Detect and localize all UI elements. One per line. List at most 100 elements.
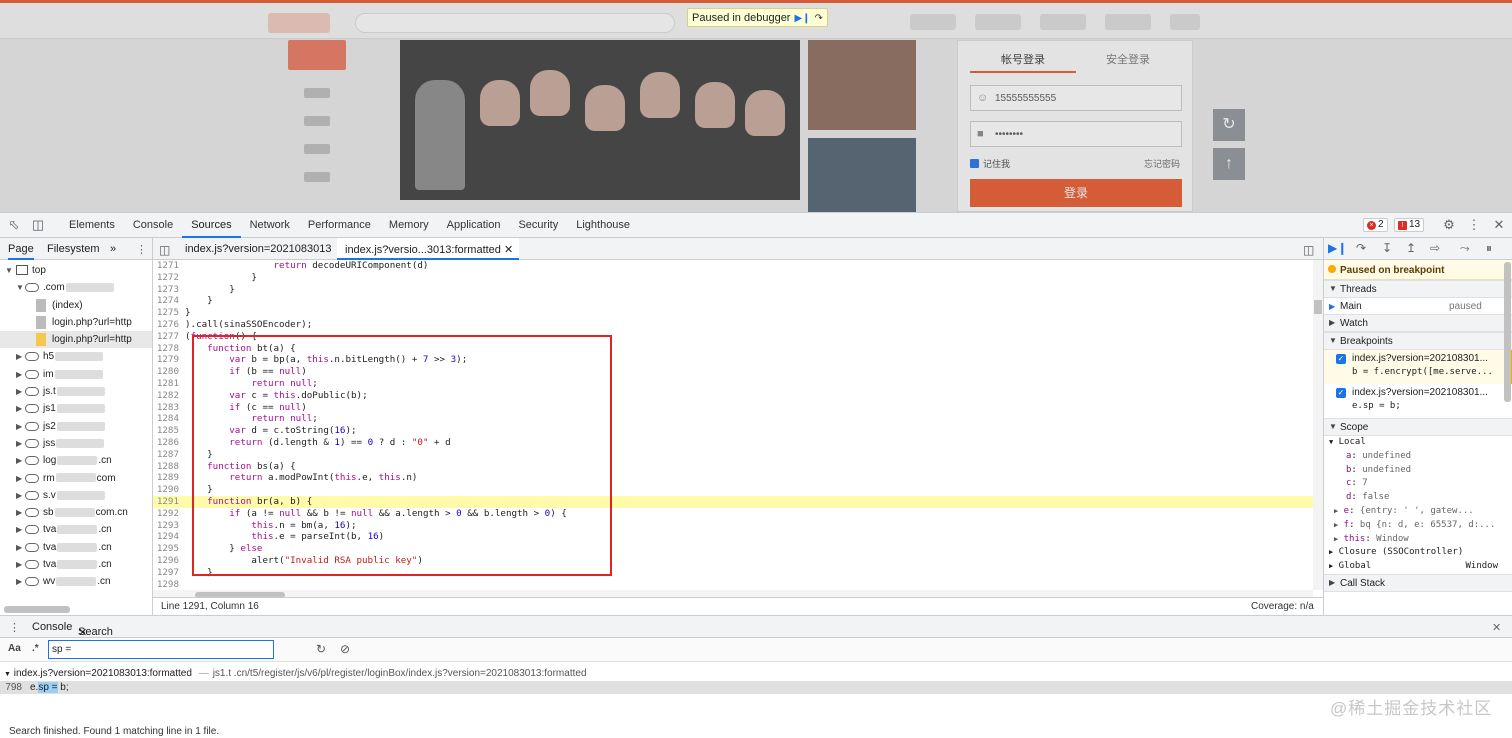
issues-badge[interactable]: ! 13 <box>1394 218 1425 232</box>
threads-section[interactable]: ▼ Threads <box>1324 280 1512 298</box>
code-line[interactable]: 1277 (function() { <box>153 331 1313 343</box>
tree-item[interactable]: ▶ jss <box>0 435 152 452</box>
toggle-navigator-icon[interactable]: ◫ <box>159 243 170 257</box>
scope-variable[interactable]: ▶ this: Window <box>1324 533 1512 547</box>
line-number[interactable]: 1285 <box>153 425 185 437</box>
line-number[interactable]: 1282 <box>153 390 185 402</box>
tree-item[interactable]: login.php?url=http <box>0 314 152 331</box>
tab-page[interactable]: Page <box>8 243 34 260</box>
pause-on-exceptions-icon[interactable]: ⏸ <box>1486 241 1492 256</box>
tab-memory[interactable]: Memory <box>380 213 438 238</box>
tree-item[interactable]: ▶ js2 <box>0 418 152 435</box>
checkbox-icon[interactable]: ✓ <box>1336 354 1346 364</box>
tab-security[interactable]: Security <box>509 213 567 238</box>
step-into-icon[interactable]: ↧ <box>1382 241 1392 255</box>
breakpoint-item[interactable]: ✓ index.js?version=202108301... e.sp = b; <box>1324 384 1512 418</box>
scope-variable[interactable]: b: undefined <box>1324 464 1512 478</box>
tree-item[interactable]: ▶ tva .cn <box>0 539 152 556</box>
tree-item[interactable]: ▶ wv .cn <box>0 573 152 590</box>
code-line[interactable]: 1287 } <box>153 449 1313 461</box>
tab-elements[interactable]: Elements <box>60 213 124 238</box>
tab-network[interactable]: Network <box>241 213 299 238</box>
line-number[interactable]: 1286 <box>153 437 185 449</box>
editor-tab-formatted[interactable]: index.js?versio...3013:formatted ✕ <box>337 238 520 260</box>
line-number[interactable]: 1297 <box>153 567 185 579</box>
step-icon[interactable]: ⇨ <box>1430 241 1440 255</box>
tree-item[interactable]: ▶ tva .cn <box>0 521 152 538</box>
line-number[interactable]: 1276 <box>153 319 185 331</box>
resume-icon[interactable]: ▶❙ <box>794 13 810 24</box>
drawer-menu-icon[interactable]: ⋮ <box>9 621 20 634</box>
drawer-tab-console[interactable]: Console <box>32 621 72 633</box>
tab-performance[interactable]: Performance <box>299 213 380 238</box>
scope-global[interactable]: ▶ Global Window <box>1324 560 1512 574</box>
result-file[interactable]: ▼ index.js?version=2021083013:formatted … <box>0 666 1512 681</box>
line-number[interactable]: 1278 <box>153 343 185 355</box>
code-line[interactable]: 1290 } <box>153 484 1313 496</box>
line-number[interactable]: 1289 <box>153 472 185 484</box>
code-line[interactable]: 1280 if (b == null) <box>153 366 1313 378</box>
watch-section[interactable]: ▶ Watch <box>1324 314 1512 332</box>
line-number[interactable]: 1273 <box>153 284 185 296</box>
line-number[interactable]: 1284 <box>153 413 185 425</box>
scope-variable[interactable]: a: undefined <box>1324 450 1512 464</box>
line-number[interactable]: 1274 <box>153 295 185 307</box>
tree-item[interactable]: ▶ sb com.cn <box>0 504 152 521</box>
line-number[interactable]: 1288 <box>153 461 185 473</box>
code-line[interactable]: 1293 this.n = bm(a, 16); <box>153 520 1313 532</box>
code-line[interactable]: 1286 return (d.length & 1) == 0 ? d : "0… <box>153 437 1313 449</box>
tab-filesystem[interactable]: Filesystem <box>47 243 100 255</box>
code-line[interactable]: 1289 return a.modPowInt(this.e, this.n) <box>153 472 1313 484</box>
code-line[interactable]: 1279 var b = bp(a, this.n.bitLength() + … <box>153 354 1313 366</box>
code-line[interactable]: 1278 function bt(a) { <box>153 343 1313 355</box>
line-number[interactable]: 1280 <box>153 366 185 378</box>
line-number[interactable]: 1296 <box>153 555 185 567</box>
code-line[interactable]: 1271 return decodeURIComponent(d) <box>153 260 1313 272</box>
code-line[interactable]: 1274 } <box>153 295 1313 307</box>
line-number[interactable]: 1295 <box>153 543 185 555</box>
thread-main[interactable]: ▶ Main paused <box>1324 298 1512 314</box>
tree-item[interactable]: ▶ tva .cn <box>0 556 152 573</box>
tree-item[interactable]: ▶ h5 <box>0 348 152 365</box>
line-number[interactable]: 1294 <box>153 531 185 543</box>
line-number[interactable]: 1292 <box>153 508 185 520</box>
code-line[interactable]: 1273 } <box>153 284 1313 296</box>
scope-variable[interactable]: c: 7 <box>1324 477 1512 491</box>
resume-icon[interactable]: ▶❙ <box>1328 241 1347 255</box>
tree-item[interactable]: login.php?url=http <box>0 331 152 349</box>
editor-tab-source[interactable]: index.js?version=2021083013 <box>185 243 331 255</box>
scope-local[interactable]: ▼ Local <box>1324 436 1512 450</box>
step-out-icon[interactable]: ↥ <box>1406 241 1416 255</box>
step-over-icon[interactable]: ↷ <box>1356 241 1366 255</box>
tree-item[interactable]: ▶ js.t <box>0 383 152 400</box>
code-line[interactable]: 1284 return null; <box>153 413 1313 425</box>
result-match-line[interactable]: 798 e.sp = b; <box>0 681 1512 694</box>
close-drawer-icon[interactable]: ✕ <box>1492 621 1501 634</box>
line-number[interactable]: 1290 <box>153 484 185 496</box>
line-number[interactable]: 1271 <box>153 260 185 272</box>
line-number[interactable]: 1275 <box>153 307 185 319</box>
debugger-scrollbar[interactable] <box>1502 260 1512 420</box>
tree-item[interactable]: ▼ .com <box>0 279 152 296</box>
navigator-scrollbar[interactable] <box>4 606 70 613</box>
line-number[interactable]: 1283 <box>153 402 185 414</box>
scrollbar-thumb[interactable] <box>1314 300 1322 314</box>
error-badge[interactable]: × 2 <box>1363 218 1388 232</box>
step-over-icon[interactable]: ↷ <box>815 13 823 24</box>
code-line[interactable]: 1281 return null; <box>153 378 1313 390</box>
code-line[interactable]: 1282 var c = this.doPublic(b); <box>153 390 1313 402</box>
code-line[interactable]: 1288 function bs(a) { <box>153 461 1313 473</box>
code-line[interactable]: 1292 if (a != null && b != null && a.len… <box>153 508 1313 520</box>
call-stack-section[interactable]: ▶ Call Stack <box>1324 573 1512 592</box>
tree-item[interactable]: ▶ rm com <box>0 470 152 487</box>
search-input[interactable]: sp = <box>48 640 274 659</box>
close-tab-icon[interactable]: ✕ <box>504 244 513 256</box>
code-line[interactable]: 1272 } <box>153 272 1313 284</box>
more-menu-icon[interactable]: ⋮ <box>1466 217 1482 233</box>
scope-section[interactable]: ▼ Scope <box>1324 418 1512 436</box>
tree-item-top[interactable]: ▼ top <box>0 262 152 279</box>
tab-lighthouse[interactable]: Lighthouse <box>567 213 639 238</box>
tree-item[interactable]: ▶ im <box>0 366 152 383</box>
editor-vertical-scrollbar[interactable] <box>1313 260 1323 590</box>
code-line[interactable]: 1296 alert("Invalid RSA public key") <box>153 555 1313 567</box>
